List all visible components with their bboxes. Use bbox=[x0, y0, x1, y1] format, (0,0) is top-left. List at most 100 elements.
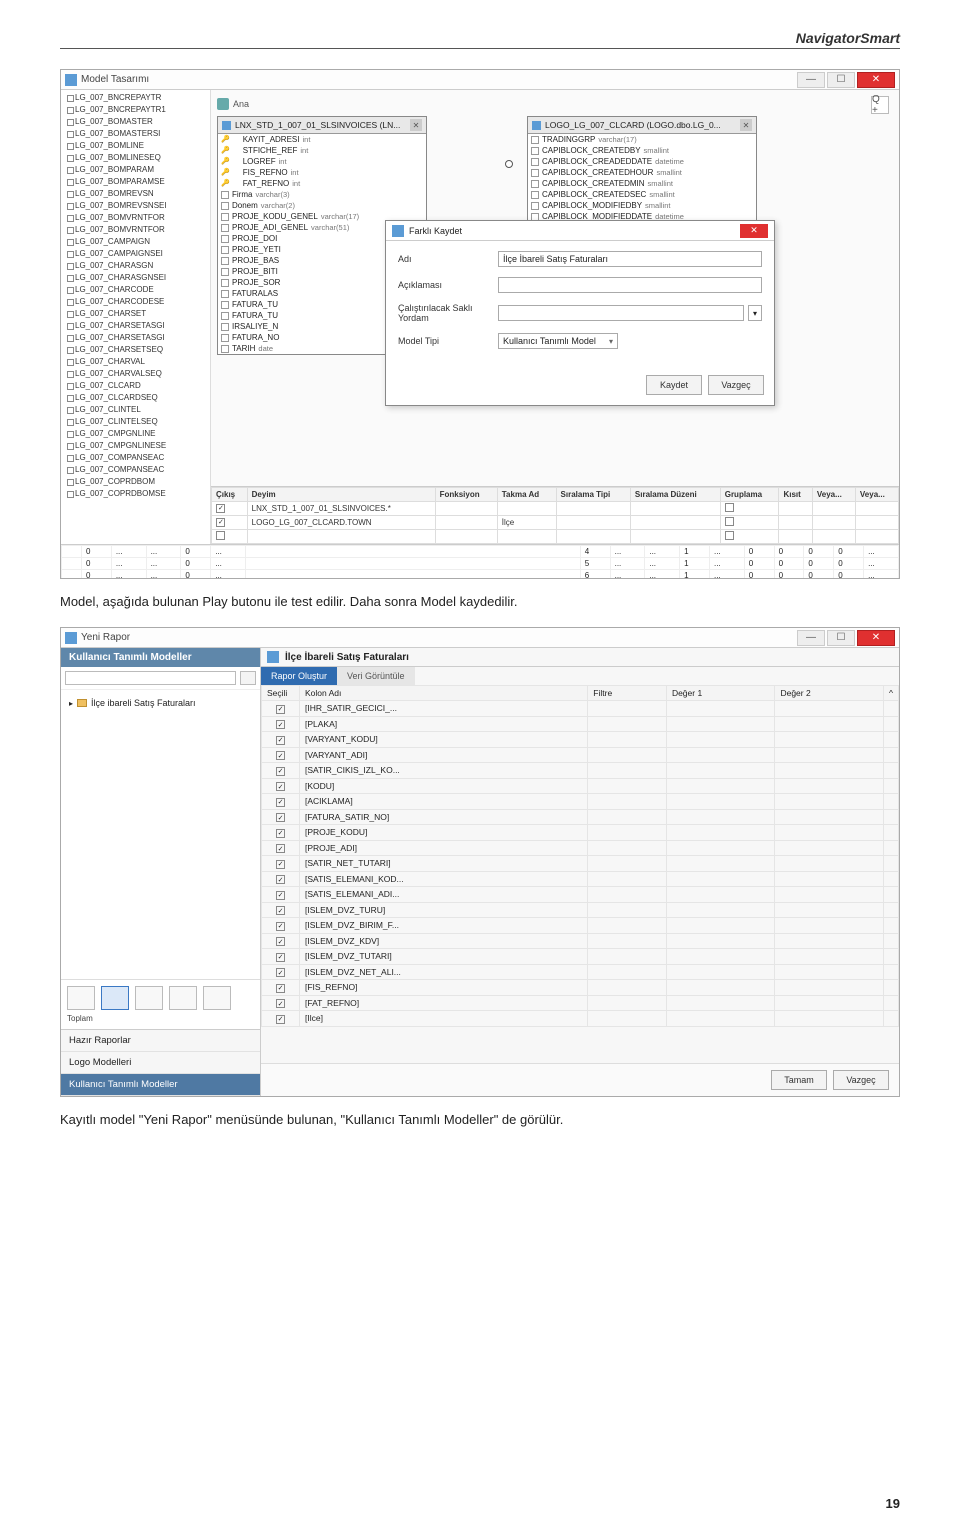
table-field[interactable]: STFICHE_REFint bbox=[218, 145, 426, 156]
grid-header[interactable]: Veya... bbox=[855, 488, 898, 502]
tree-item[interactable]: LG_007_COPRDBOMSE bbox=[65, 488, 206, 500]
row-checkbox[interactable] bbox=[276, 984, 285, 993]
ok-button[interactable]: Tamam bbox=[771, 1070, 827, 1090]
minimize-button[interactable]: — bbox=[797, 72, 825, 88]
filter-button[interactable] bbox=[240, 671, 256, 685]
column-row[interactable]: [SATIS_ELEMANI_ADI... bbox=[262, 887, 899, 903]
row-checkbox[interactable] bbox=[276, 937, 285, 946]
grid-header[interactable]: Değer 1 bbox=[666, 686, 775, 701]
row-checkbox[interactable] bbox=[276, 922, 285, 931]
row-checkbox[interactable] bbox=[276, 860, 285, 869]
tree-item[interactable]: LG_007_CHARVAL bbox=[65, 356, 206, 368]
table-field[interactable]: Donemvarchar(2) bbox=[218, 200, 426, 211]
table-field[interactable]: CAPIBLOCK_CREATEDSECsmallint bbox=[528, 189, 756, 200]
table-field[interactable]: CAPIBLOCK_MODIFIEDBYsmallint bbox=[528, 200, 756, 211]
column-row[interactable]: [IHR_SATIR_GECICI_... bbox=[262, 701, 899, 717]
layout-thumb-selected[interactable] bbox=[101, 986, 129, 1010]
tree-item[interactable]: LG_007_CHARSET bbox=[65, 308, 206, 320]
layout-thumb[interactable] bbox=[67, 986, 95, 1010]
grid-header[interactable]: Deyim bbox=[247, 488, 435, 502]
tree-item[interactable]: LG_007_CHARCODESE bbox=[65, 296, 206, 308]
tree-item[interactable]: LG_007_CMPGNLINE bbox=[65, 428, 206, 440]
layout-thumb[interactable] bbox=[203, 986, 231, 1010]
row-checkbox[interactable] bbox=[276, 953, 285, 962]
tree-item[interactable]: LG_007_CHARSETASGI bbox=[65, 332, 206, 344]
grid-header[interactable]: Takma Ad bbox=[497, 488, 556, 502]
menu-item-ready[interactable]: Hazır Raporlar bbox=[61, 1030, 260, 1052]
tree-item[interactable]: LG_007_CLINTEL bbox=[65, 404, 206, 416]
column-row[interactable]: [ISLEM_DVZ_KDV] bbox=[262, 933, 899, 949]
maximize-button[interactable]: ☐ bbox=[827, 630, 855, 646]
grid-header[interactable]: Kolon Adı bbox=[300, 686, 588, 701]
row-checkbox[interactable] bbox=[276, 720, 285, 729]
tree-item[interactable]: LG_007_CAMPAIGN bbox=[65, 236, 206, 248]
filter-input[interactable] bbox=[65, 671, 236, 685]
description-input[interactable] bbox=[498, 277, 762, 293]
column-row[interactable]: [SATIS_ELEMANI_KOD... bbox=[262, 871, 899, 887]
tree-item[interactable]: LG_007_CLCARD bbox=[65, 380, 206, 392]
table-field[interactable]: FAT_REFNOint bbox=[218, 178, 426, 189]
menu-item-user[interactable]: Kullanıcı Tanımlı Modeller bbox=[61, 1074, 260, 1096]
tree-item[interactable]: LG_007_CMPGNLINESE bbox=[65, 440, 206, 452]
tree-item[interactable]: LG_007_BOMREVSN bbox=[65, 188, 206, 200]
table-field[interactable]: CAPIBLOCK_CREATEDBYsmallint bbox=[528, 145, 756, 156]
table-field[interactable]: CAPIBLOCK_CREADEDDATEdatetime bbox=[528, 156, 756, 167]
cancel-button[interactable]: Vazgeç bbox=[833, 1070, 889, 1090]
tables-tree[interactable]: LG_007_BNCREPAYTRLG_007_BNCREPAYTR1LG_00… bbox=[61, 90, 211, 544]
column-row[interactable]: [Ilce] bbox=[262, 1011, 899, 1027]
row-checkbox[interactable] bbox=[276, 829, 285, 838]
row-checkbox[interactable] bbox=[276, 813, 285, 822]
grid-header[interactable]: Fonksiyon bbox=[435, 488, 497, 502]
column-row[interactable]: [FAT_REFNO] bbox=[262, 995, 899, 1011]
tree-item[interactable]: LG_007_CAMPAIGNSEI bbox=[65, 248, 206, 260]
close-button[interactable]: ✕ bbox=[857, 72, 895, 88]
tree-item[interactable]: LG_007_CHARSETASGI bbox=[65, 320, 206, 332]
column-row[interactable]: [SATIR_CIKIS_IZL_KO... bbox=[262, 763, 899, 779]
tree-item[interactable]: LG_007_BOMLINE bbox=[65, 140, 206, 152]
layout-thumb[interactable] bbox=[135, 986, 163, 1010]
tree-item[interactable]: LG_007_BOMREVSNSEI bbox=[65, 200, 206, 212]
tree-item[interactable]: LG_007_COMPANSEAC bbox=[65, 452, 206, 464]
column-row[interactable]: [ISLEM_DVZ_BIRIM_F... bbox=[262, 918, 899, 934]
table-field[interactable]: CAPIBLOCK_CREATEDMINsmallint bbox=[528, 178, 756, 189]
column-row[interactable]: [PROJE_ADI] bbox=[262, 840, 899, 856]
grid-header[interactable]: Sıralama Tipi bbox=[556, 488, 630, 502]
row-checkbox[interactable] bbox=[276, 751, 285, 760]
row-checkbox[interactable] bbox=[276, 1015, 285, 1024]
tree-item[interactable]: LG_007_BOMVRNTFOR bbox=[65, 212, 206, 224]
grid-row[interactable]: LNX_STD_1_007_01_SLSINVOICES.* bbox=[212, 502, 899, 516]
column-row[interactable]: [FATURA_SATIR_NO] bbox=[262, 809, 899, 825]
tree-item[interactable]: LG_007_BOMASTERSI bbox=[65, 128, 206, 140]
tree-item[interactable]: LG_007_COMPANSEAC bbox=[65, 464, 206, 476]
row-checkbox[interactable] bbox=[276, 968, 285, 977]
tree-item[interactable]: LG_007_CHARVALSEQ bbox=[65, 368, 206, 380]
row-checkbox[interactable] bbox=[276, 782, 285, 791]
tree-item[interactable]: LG_007_BOMPARAMSE bbox=[65, 176, 206, 188]
table-field[interactable]: TRADINGGRPvarchar(17) bbox=[528, 134, 756, 145]
tree-item[interactable]: LG_007_CHARASGN bbox=[65, 260, 206, 272]
tree-item[interactable]: LG_007_BOMASTER bbox=[65, 116, 206, 128]
column-row[interactable]: [VARYANT_ADI] bbox=[262, 747, 899, 763]
column-row[interactable]: [PROJE_KODU] bbox=[262, 825, 899, 841]
column-row[interactable]: [ISLEM_DVZ_TUTARI] bbox=[262, 949, 899, 965]
grid-header[interactable]: Sıralama Düzeni bbox=[630, 488, 720, 502]
relation-node[interactable] bbox=[505, 160, 513, 168]
row-checkbox[interactable] bbox=[276, 798, 285, 807]
row-checkbox[interactable] bbox=[276, 906, 285, 915]
grid-header[interactable]: Değer 2 bbox=[775, 686, 884, 701]
row-checkbox[interactable] bbox=[276, 875, 285, 884]
tree-item[interactable]: LG_007_COPRDBOM bbox=[65, 476, 206, 488]
table-field[interactable]: KAYIT_ADRESIint bbox=[218, 134, 426, 145]
procedure-input[interactable] bbox=[498, 305, 744, 321]
column-row[interactable]: [ISLEM_DVZ_NET_ALI... bbox=[262, 964, 899, 980]
tab-view[interactable]: Veri Görüntüle bbox=[337, 667, 415, 685]
grid-header[interactable]: Veya... bbox=[812, 488, 855, 502]
tree-item[interactable]: LG_007_BOMVRNTFOR bbox=[65, 224, 206, 236]
dialog-close-button[interactable]: ✕ bbox=[740, 224, 768, 238]
row-checkbox[interactable] bbox=[276, 891, 285, 900]
column-row[interactable]: [KODU] bbox=[262, 778, 899, 794]
procedure-dropdown-button[interactable]: ▾ bbox=[748, 305, 762, 321]
table-field[interactable]: FIS_REFNOint bbox=[218, 167, 426, 178]
tree-item[interactable]: LG_007_BNCREPAYTR1 bbox=[65, 104, 206, 116]
output-grid[interactable]: ÇıkışDeyimFonksiyonTakma AdSıralama Tipi… bbox=[211, 486, 899, 544]
